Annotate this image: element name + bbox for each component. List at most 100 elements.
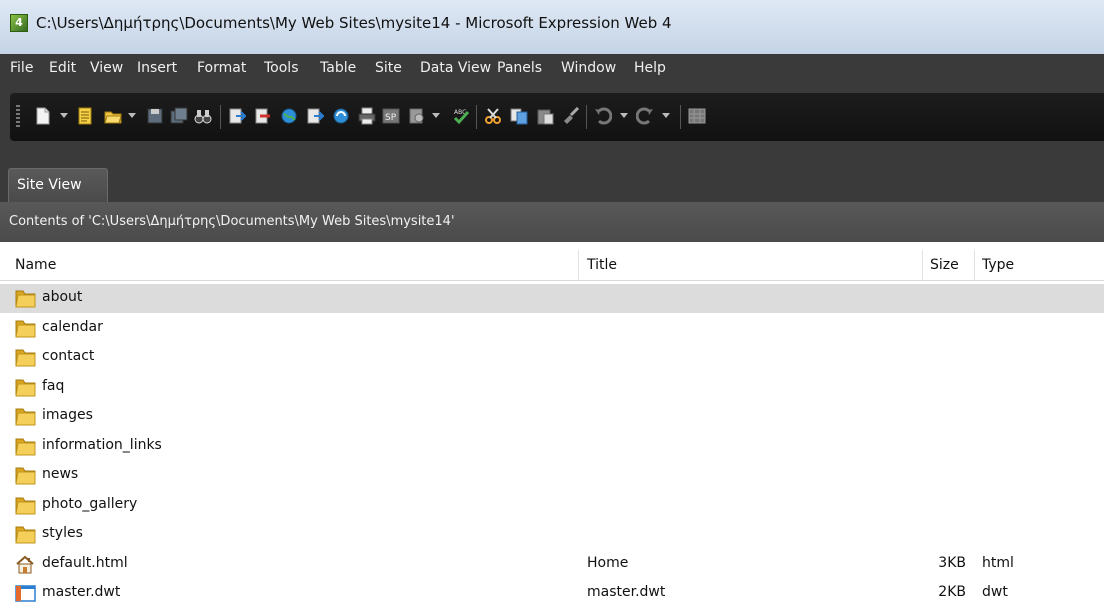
cut-icon[interactable] <box>484 107 502 125</box>
file-name: information_links <box>42 436 162 453</box>
menu-table[interactable]: Table <box>320 60 356 76</box>
column-divider[interactable] <box>922 250 923 280</box>
file-name: faq <box>42 377 65 394</box>
view-tab-strip: Site View <box>0 152 1104 202</box>
home-page-icon <box>15 555 36 574</box>
toolbar-grip[interactable] <box>16 105 20 129</box>
menu-bar: File Edit View Insert Format Tools Table… <box>0 54 1104 84</box>
folder-icon <box>15 407 36 426</box>
preview-browser-icon[interactable] <box>408 107 426 125</box>
preview-icon[interactable] <box>228 107 246 125</box>
file-name: master.dwt <box>42 584 121 600</box>
file-name: contact <box>42 348 95 364</box>
standard-toolbar: SP ABC <box>0 84 1104 152</box>
undo-icon[interactable] <box>594 107 612 125</box>
list-item[interactable]: information_links <box>0 432 1104 461</box>
open-dropdown-arrow[interactable] <box>128 113 136 118</box>
file-size: 3KB <box>938 554 966 571</box>
file-title: Home <box>587 554 629 571</box>
column-header-title[interactable]: Title <box>587 257 617 273</box>
spelling-check-icon[interactable]: ABC <box>452 107 470 125</box>
publish-icon[interactable] <box>254 107 272 125</box>
folder-icon <box>15 289 36 308</box>
menu-panels[interactable]: Panels <box>497 60 542 76</box>
sharepoint-icon[interactable]: SP <box>382 107 400 125</box>
file-name: styles <box>42 525 83 541</box>
menu-format[interactable]: Format <box>197 60 246 76</box>
menu-data-view[interactable]: Data View <box>420 60 491 76</box>
folder-icon <box>15 525 36 544</box>
file-name: photo_gallery <box>42 495 138 512</box>
list-item[interactable]: calendar <box>0 314 1104 343</box>
svg-text:SP: SP <box>385 113 397 123</box>
list-item[interactable]: about <box>0 284 1104 313</box>
paste-icon[interactable] <box>536 107 554 125</box>
toolbar-separator <box>220 105 221 129</box>
list-item[interactable]: photo_gallery <box>0 491 1104 520</box>
window-title: C:\Users\Δημήτρης\Documents\My Web Sites… <box>36 14 672 32</box>
folder-icon <box>15 437 36 456</box>
list-item[interactable]: default.html Home 3KB html <box>0 550 1104 579</box>
file-size: 2KB <box>938 584 966 600</box>
column-divider[interactable] <box>578 250 579 280</box>
toolbar-separator <box>476 105 477 129</box>
menu-help[interactable]: Help <box>634 60 666 76</box>
folder-path-bar: Contents of 'C:\Users\Δημήτρης\Documents… <box>0 202 1104 242</box>
column-header-size[interactable]: Size <box>930 257 959 273</box>
save-all-icon[interactable] <box>170 107 188 125</box>
menu-insert[interactable]: Insert <box>137 60 177 76</box>
menu-tools[interactable]: Tools <box>264 60 299 76</box>
menu-site[interactable]: Site <box>375 60 402 76</box>
folder-icon <box>15 319 36 338</box>
new-dropdown-arrow[interactable] <box>60 113 68 118</box>
column-divider[interactable] <box>974 250 975 280</box>
list-item[interactable]: styles <box>0 520 1104 549</box>
preview-dropdown-arrow[interactable] <box>432 113 440 118</box>
menu-file[interactable]: File <box>10 60 33 76</box>
menu-view[interactable]: View <box>90 60 123 76</box>
print-icon[interactable] <box>358 107 376 125</box>
undo-dropdown-arrow[interactable] <box>620 113 628 118</box>
file-type: dwt <box>982 584 1008 600</box>
folder-icon <box>15 378 36 397</box>
file-name: news <box>42 466 79 482</box>
save-icon[interactable] <box>146 107 164 125</box>
menu-edit[interactable]: Edit <box>49 60 76 76</box>
toolbar-separator <box>586 105 587 129</box>
folder-path-label: Contents of 'C:\Users\Δημήτρης\Documents… <box>9 214 455 229</box>
tab-site-view[interactable]: Site View <box>8 168 108 202</box>
file-name: images <box>42 407 93 423</box>
redo-dropdown-arrow[interactable] <box>662 113 670 118</box>
toolbar-separator <box>680 105 681 129</box>
refresh-globe-icon[interactable] <box>332 107 350 125</box>
folder-icon <box>15 348 36 367</box>
file-name: default.html <box>42 554 128 571</box>
title-bar: 4 C:\Users\Δημήτρης\Documents\My Web Sit… <box>0 0 1104 54</box>
file-title: master.dwt <box>587 584 666 600</box>
format-painter-icon[interactable] <box>562 107 580 125</box>
column-header-type[interactable]: Type <box>982 257 1014 273</box>
new-page-icon[interactable] <box>34 107 52 125</box>
open-folder-icon[interactable] <box>104 107 122 125</box>
file-name: about <box>42 289 83 305</box>
list-item[interactable]: contact <box>0 343 1104 372</box>
copy-icon[interactable] <box>510 107 528 125</box>
folder-icon <box>15 496 36 515</box>
new-document-icon[interactable] <box>76 107 94 125</box>
expression-web-app-icon[interactable]: 4 <box>10 14 28 32</box>
list-item[interactable]: faq <box>0 373 1104 402</box>
web-globe-icon[interactable] <box>280 107 298 125</box>
redo-icon[interactable] <box>636 107 654 125</box>
menu-window[interactable]: Window <box>561 60 616 76</box>
publish-alt-icon[interactable] <box>306 107 324 125</box>
table-icon[interactable] <box>688 107 706 125</box>
column-header-row: Name Title Size Type <box>0 250 1104 281</box>
file-name: calendar <box>42 318 103 335</box>
folder-icon <box>15 466 36 485</box>
list-item[interactable]: images <box>0 402 1104 431</box>
find-binoculars-icon[interactable] <box>194 107 212 125</box>
list-item[interactable]: news <box>0 461 1104 490</box>
template-file-icon <box>15 584 36 603</box>
file-type: html <box>982 554 1014 571</box>
column-header-name[interactable]: Name <box>15 257 56 273</box>
